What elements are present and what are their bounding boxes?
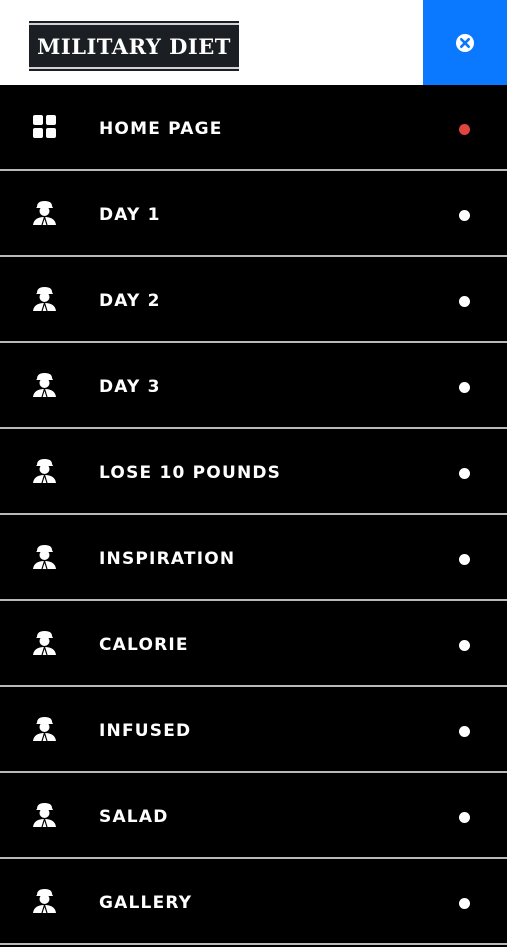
- menu-item-home-page[interactable]: HOME PAGE: [0, 85, 507, 171]
- soldier-icon: [33, 631, 56, 656]
- soldier-icon: [33, 717, 56, 742]
- soldier-icon: [33, 459, 56, 484]
- menu-item-gallery[interactable]: GALLERY: [0, 859, 507, 945]
- menu-item-label: CALORIE: [99, 635, 189, 655]
- menu-item-label: DAY 2: [99, 291, 161, 311]
- indicator-dot: [459, 382, 470, 393]
- menu-item-label: INFUSED: [99, 721, 192, 741]
- close-circle-icon: [456, 33, 474, 52]
- soldier-icon: [33, 803, 56, 828]
- menu-item-label: SALAD: [99, 807, 169, 827]
- indicator-dot: [459, 640, 470, 651]
- indicator-dot: [459, 726, 470, 737]
- menu-item-lose-10-pounds[interactable]: LOSE 10 POUNDS: [0, 429, 507, 515]
- menu-item-day-1[interactable]: DAY 1: [0, 171, 507, 257]
- grid-icon: [33, 115, 56, 138]
- logo-text: MILITARY DIET: [37, 33, 231, 59]
- menu-item-label: HOME PAGE: [99, 119, 223, 139]
- active-indicator-dot: [459, 124, 470, 135]
- menu-item-label: LOSE 10 POUNDS: [99, 463, 282, 483]
- close-menu-button[interactable]: [423, 0, 507, 85]
- menu-item-day-3[interactable]: DAY 3: [0, 343, 507, 429]
- menu-item-label: INSPIRATION: [99, 549, 236, 569]
- side-menu: HOME PAGE DAY 1 DAY 2 DAY 3 LOSE 10 POUN…: [0, 85, 507, 945]
- menu-item-calorie[interactable]: CALORIE: [0, 601, 507, 687]
- menu-item-infused[interactable]: INFUSED: [0, 687, 507, 773]
- soldier-icon: [33, 287, 56, 312]
- soldier-icon: [33, 545, 56, 570]
- indicator-dot: [459, 554, 470, 565]
- indicator-dot: [459, 468, 470, 479]
- indicator-dot: [459, 296, 470, 307]
- menu-item-label: DAY 3: [99, 377, 161, 397]
- menu-item-salad[interactable]: SALAD: [0, 773, 507, 859]
- menu-item-label: DAY 1: [99, 205, 161, 225]
- soldier-icon: [33, 201, 56, 226]
- soldier-icon: [33, 889, 56, 914]
- indicator-dot: [459, 210, 470, 221]
- menu-item-inspiration[interactable]: INSPIRATION: [0, 515, 507, 601]
- soldier-icon: [33, 373, 56, 398]
- indicator-dot: [459, 812, 470, 823]
- app-header: MILITARY DIET: [0, 0, 507, 85]
- military-diet-logo[interactable]: MILITARY DIET: [29, 21, 239, 71]
- logo-bottom-rule: [29, 67, 239, 69]
- menu-item-day-2[interactable]: DAY 2: [0, 257, 507, 343]
- menu-item-label: GALLERY: [99, 893, 193, 913]
